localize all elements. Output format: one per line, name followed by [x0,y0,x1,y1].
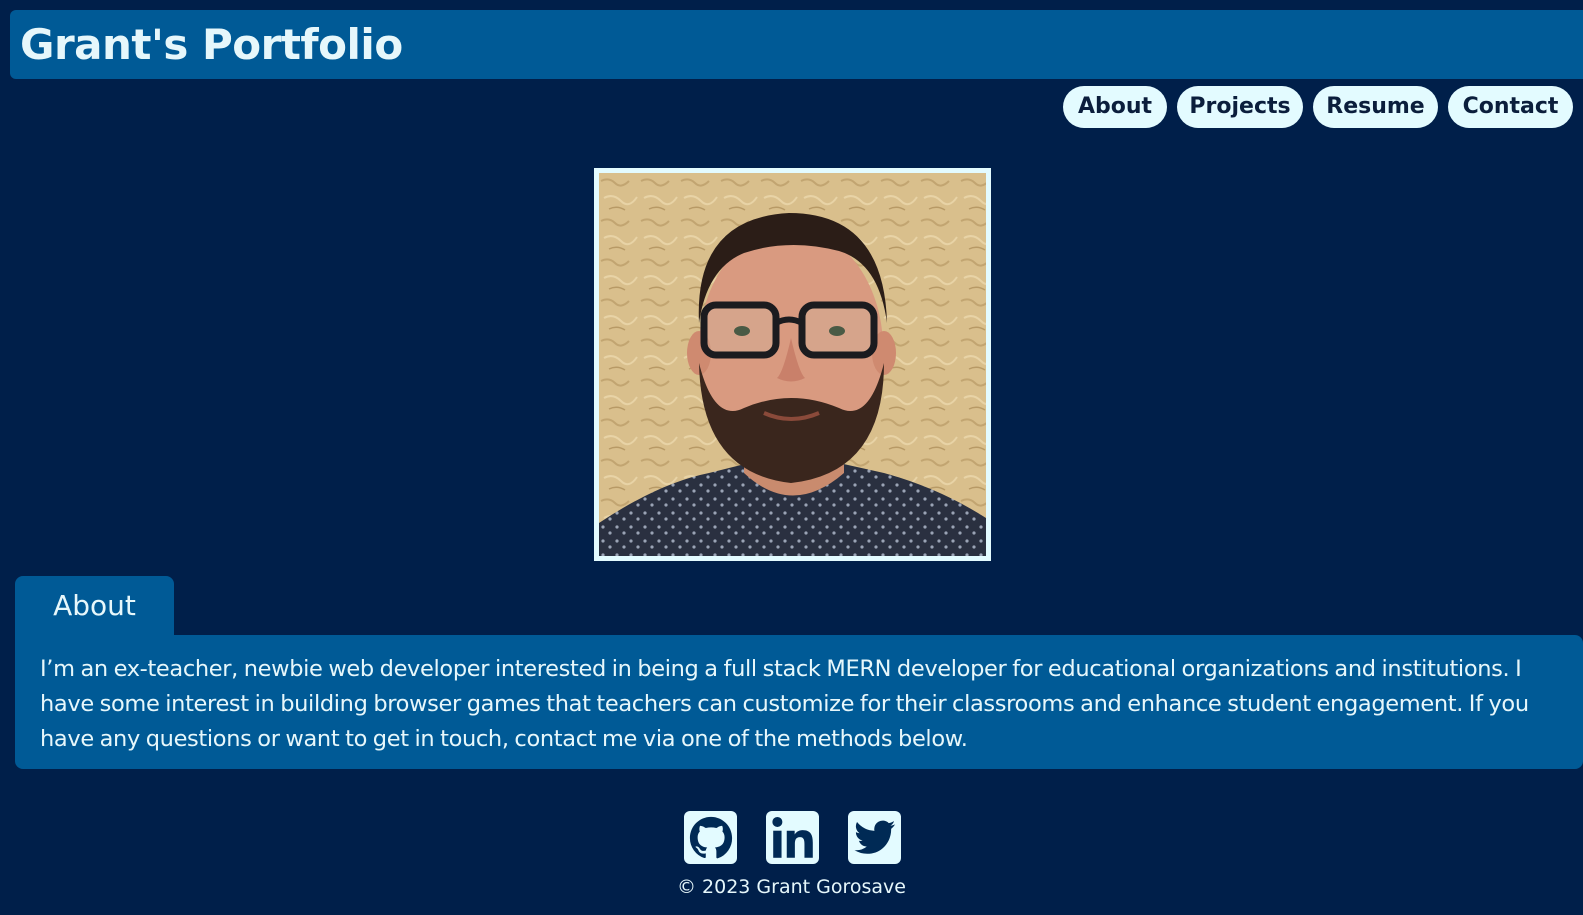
profile-photo-frame [594,168,991,561]
about-tab: About [15,576,174,638]
nav-resume-button[interactable]: Resume [1313,86,1438,128]
about-panel: I’m an ex-teacher, newbie web developer … [15,635,1583,769]
nav-contact-button[interactable]: Contact [1448,86,1573,128]
about-text: I’m an ex-teacher, newbie web developer … [40,656,1529,752]
twitter-link[interactable] [848,811,901,864]
twitter-icon [853,820,895,854]
linkedin-link[interactable] [766,811,819,864]
site-header: Grant's Portfolio [10,10,1583,79]
profile-photo [599,173,986,556]
github-icon [689,816,732,858]
site-title: Grant's Portfolio [20,20,403,69]
linkedin-icon [771,816,813,858]
nav-about-button[interactable]: About [1063,86,1167,128]
footer-copyright: © 2023 Grant Gorosave [677,876,906,898]
nav-projects-button[interactable]: Projects [1177,86,1303,128]
github-link[interactable] [684,811,737,864]
